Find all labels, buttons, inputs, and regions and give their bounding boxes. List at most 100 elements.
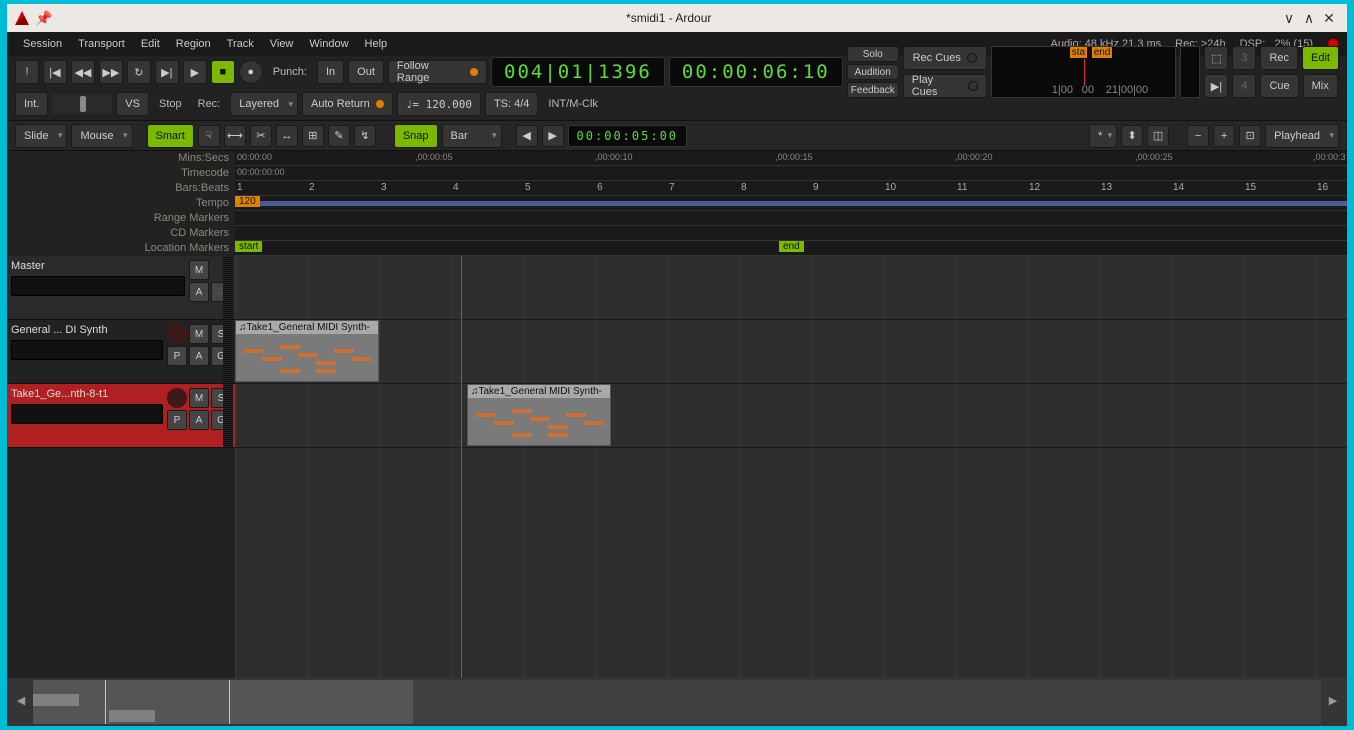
menu-region[interactable]: Region bbox=[168, 38, 219, 50]
zoom-vert-fit-icon[interactable]: ⬍ bbox=[1121, 125, 1143, 147]
zoom-fit-icon[interactable]: ◫ bbox=[1147, 125, 1169, 147]
ruler-barsbeats[interactable]: Bars:Beats bbox=[7, 181, 235, 196]
midi-panic-button[interactable]: ! bbox=[15, 60, 39, 84]
ruler-range[interactable]: Range Markers bbox=[7, 211, 235, 226]
layout-mode-button[interactable]: ⬚ bbox=[1204, 46, 1228, 70]
timeline-canvas[interactable]: ♫Take1_General MIDI Synth- ♫Tak bbox=[235, 256, 1347, 678]
ruler-cd[interactable]: CD Markers bbox=[7, 226, 235, 241]
follow-range-button[interactable]: Follow Range bbox=[388, 60, 487, 84]
marker-start[interactable]: start bbox=[235, 241, 262, 252]
track-header-master[interactable]: Master M AG bbox=[7, 256, 235, 320]
stretch-tool-icon[interactable]: ↔ bbox=[276, 125, 298, 147]
track-header-1[interactable]: General ... DI Synth MS PAG bbox=[7, 320, 235, 384]
midi-region-2[interactable]: ♫Take1_General MIDI Synth- bbox=[467, 384, 611, 446]
play-button[interactable]: ▶ bbox=[183, 60, 207, 84]
track-rec-button[interactable] bbox=[167, 324, 187, 344]
minimize-button[interactable]: ∨ bbox=[1279, 10, 1299, 27]
object-tool-icon[interactable]: ☟ bbox=[198, 125, 220, 147]
nudge-clock[interactable]: 00:00:05:00 bbox=[568, 125, 687, 147]
primary-clock[interactable]: 004|01|1396 bbox=[491, 57, 665, 87]
marker-end[interactable]: end bbox=[779, 241, 804, 252]
rewind-button[interactable]: ◀◀ bbox=[71, 60, 95, 84]
mouse-mode-dropdown[interactable]: Mouse bbox=[71, 124, 132, 148]
menu-view[interactable]: View bbox=[262, 38, 302, 50]
menu-transport[interactable]: Transport bbox=[70, 38, 133, 50]
zoom-session-icon[interactable]: ⊡ bbox=[1239, 125, 1261, 147]
mini-timeline[interactable]: sta end 1|00 00 21|00|00 bbox=[991, 46, 1177, 98]
ruler-minssecs[interactable]: Mins:Secs bbox=[7, 151, 235, 166]
automation-button[interactable]: A bbox=[189, 346, 209, 366]
mode-3-button[interactable]: 3 bbox=[1232, 46, 1256, 70]
auto-return-button[interactable]: Auto Return bbox=[302, 92, 393, 116]
snap-button[interactable]: Snap bbox=[394, 124, 438, 148]
scroll-right-button[interactable]: ▶ bbox=[1325, 694, 1341, 710]
tempo-display[interactable]: ♩= 120.000 bbox=[397, 92, 481, 116]
tempo-marker[interactable]: 120 bbox=[235, 196, 260, 207]
visual-dropdown[interactable]: * bbox=[1089, 124, 1117, 148]
menu-session[interactable]: Session bbox=[15, 38, 70, 50]
track-lane-master[interactable] bbox=[235, 256, 1347, 320]
track-lane-2[interactable]: ♫Take1_General MIDI Synth- bbox=[235, 384, 1347, 448]
record-button[interactable]: ● bbox=[239, 60, 263, 84]
edit-mode-dropdown[interactable]: Slide bbox=[15, 124, 67, 148]
mute-button[interactable]: M bbox=[189, 324, 209, 344]
playlist-button[interactable]: P bbox=[167, 410, 187, 430]
menu-track[interactable]: Track bbox=[219, 38, 262, 50]
ruler-tempo[interactable]: Tempo bbox=[7, 196, 235, 211]
track-name[interactable]: Master bbox=[11, 260, 185, 272]
range-tool-icon[interactable]: ⟷ bbox=[224, 125, 246, 147]
varispeed-button[interactable]: VS bbox=[116, 92, 149, 116]
smart-mode-button[interactable]: Smart bbox=[147, 124, 194, 148]
grid-tool-icon[interactable]: ⊞ bbox=[302, 125, 324, 147]
rec-page-button[interactable]: Rec bbox=[1260, 46, 1298, 70]
track-name[interactable]: Take1_Ge...nth-8-t1 bbox=[11, 388, 163, 400]
automation-button[interactable]: A bbox=[189, 282, 209, 302]
mute-button[interactable]: M bbox=[189, 388, 209, 408]
close-button[interactable]: ✕ bbox=[1319, 10, 1339, 27]
zoom-focus-dropdown[interactable]: Playhead bbox=[1265, 124, 1339, 148]
menu-edit[interactable]: Edit bbox=[133, 38, 168, 50]
mute-button[interactable]: M bbox=[189, 260, 209, 280]
track-name[interactable]: General ... DI Synth bbox=[11, 324, 163, 336]
nudge-backward-button[interactable]: ◀ bbox=[516, 125, 538, 147]
edit-page-button[interactable]: Edit bbox=[1302, 46, 1339, 70]
playlist-button[interactable]: P bbox=[167, 346, 187, 366]
snap-unit-dropdown[interactable]: Bar bbox=[442, 124, 502, 148]
punch-in-button[interactable]: In bbox=[317, 60, 344, 84]
track-rec-button[interactable] bbox=[167, 388, 187, 408]
ruler-timecode[interactable]: Timecode bbox=[7, 166, 235, 181]
maximize-button[interactable]: ∧ bbox=[1299, 10, 1319, 27]
shuttle-slider[interactable] bbox=[52, 94, 112, 114]
cut-tool-icon[interactable]: ✂ bbox=[250, 125, 272, 147]
forward-button[interactable]: ▶▶ bbox=[99, 60, 123, 84]
rec-mode-dropdown[interactable]: Layered bbox=[230, 92, 298, 116]
track-header-2[interactable]: Take1_Ge...nth-8-t1 MS PAG bbox=[7, 384, 235, 448]
pin-icon[interactable]: 📌 bbox=[35, 10, 52, 27]
punch-out-button[interactable]: Out bbox=[348, 60, 384, 84]
stop-button[interactable]: ■ bbox=[211, 60, 235, 84]
ruler-location[interactable]: Location Markers bbox=[7, 241, 235, 256]
goto-start-button[interactable]: |◀ bbox=[43, 60, 67, 84]
secondary-clock[interactable]: 00:00:06:10 bbox=[669, 57, 843, 87]
audition-alert-button[interactable]: Audition bbox=[847, 64, 899, 80]
track-fader[interactable] bbox=[11, 340, 163, 360]
track-fader[interactable] bbox=[11, 404, 163, 424]
nudge-forward-button[interactable]: ▶ bbox=[542, 125, 564, 147]
track-fader[interactable] bbox=[11, 276, 185, 296]
zoom-in-icon[interactable]: + bbox=[1213, 125, 1235, 147]
playhead[interactable] bbox=[461, 256, 462, 678]
solo-alert-button[interactable]: Solo bbox=[847, 46, 899, 62]
ruler-canvas[interactable]: 00:00:00 ,00:00:05 ,00:00:10 ,00:00:15 ,… bbox=[235, 151, 1347, 256]
play-range-button[interactable]: ▶| bbox=[155, 60, 179, 84]
timesig-display[interactable]: TS: 4/4 bbox=[485, 92, 538, 116]
midi-region-1[interactable]: ♫Take1_General MIDI Synth- bbox=[235, 320, 379, 382]
summary-canvas[interactable] bbox=[33, 680, 1321, 724]
sync-source-button[interactable]: Int. bbox=[15, 92, 48, 116]
automation-button[interactable]: A bbox=[189, 410, 209, 430]
loop-button[interactable]: ↻ bbox=[127, 60, 151, 84]
menu-window[interactable]: Window bbox=[301, 38, 356, 50]
draw-tool-icon[interactable]: ✎ bbox=[328, 125, 350, 147]
scroll-left-button[interactable]: ◀ bbox=[13, 694, 29, 710]
track-lane-1[interactable]: ♫Take1_General MIDI Synth- bbox=[235, 320, 1347, 384]
zoom-out-icon[interactable]: − bbox=[1187, 125, 1209, 147]
